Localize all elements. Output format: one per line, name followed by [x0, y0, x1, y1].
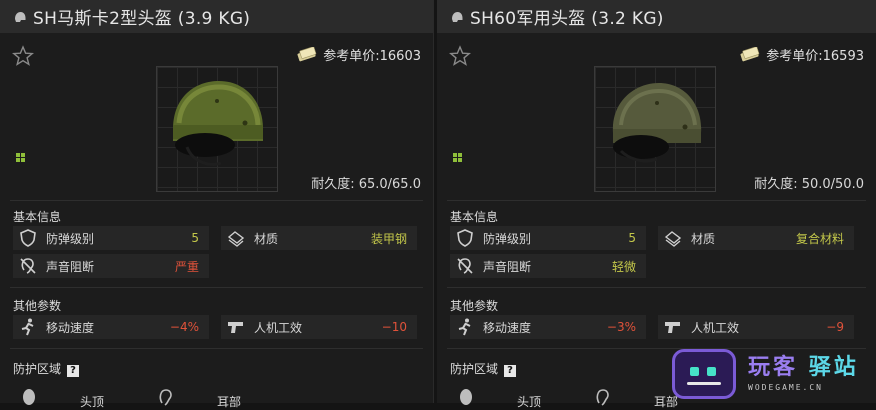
brand-name-b: 驿站 — [808, 355, 859, 380]
zone-head-label: 头顶 — [517, 395, 542, 409]
zone-head-label: 头顶 — [80, 395, 105, 409]
price-text: 参考单价:16593 — [766, 49, 864, 64]
divider — [447, 287, 866, 288]
move-speed-label: 移动速度 — [483, 320, 532, 335]
sound-block-label: 声音阻断 — [483, 259, 532, 274]
other-params-heading: 其他参数 — [450, 299, 499, 313]
item-size-icon — [453, 153, 462, 162]
favorite-star-icon[interactable] — [12, 45, 34, 67]
ergonomics-stat: 人机工效 −9 — [658, 315, 854, 339]
armor-plates-icon — [227, 231, 245, 247]
helmet-icon — [15, 11, 26, 22]
ergonomics-label: 人机工效 — [254, 320, 303, 335]
ear-icon — [596, 389, 609, 406]
ergonomics-label: 人机工效 — [691, 320, 740, 335]
material-stat: 材质 复合材料 — [658, 226, 854, 250]
protection-zones-label: 防护区域 — [13, 362, 62, 376]
sound-block-value: 严重 — [174, 259, 199, 274]
armor-class-value: 5 — [628, 231, 636, 245]
ear-blocked-icon — [20, 258, 36, 274]
site-watermark: 玩客 驿站 WODEGAME.CN — [670, 345, 876, 403]
divider — [10, 200, 423, 201]
other-params-heading: 其他参数 — [13, 299, 62, 313]
armor-class-value: 5 — [191, 231, 199, 245]
ear-blocked-icon — [457, 258, 473, 274]
head-top-icon — [23, 389, 35, 405]
item-title-bar: SH马斯卡2型头盔 (3.9 KG) — [0, 0, 433, 33]
armor-class-label: 防弹级别 — [46, 231, 95, 246]
item-panel-right: SH60军用头盔 (3.2 KG) 参考单价:16593 耐久度: 50.0/5… — [437, 0, 876, 409]
item-image — [156, 66, 278, 192]
material-value: 装甲钢 — [370, 231, 407, 246]
item-title: SH60军用头盔 (3.2 KG) — [470, 9, 664, 29]
green-helmet-image — [173, 81, 263, 166]
sound-block-label: 声音阻断 — [46, 259, 95, 274]
running-man-icon — [21, 318, 34, 336]
protection-zones-label: 防护区域 — [450, 362, 499, 376]
reference-price: 参考单价:16603 — [296, 45, 421, 64]
durability-text: 耐久度: 50.0/50.0 — [754, 177, 864, 192]
move-speed-stat: 移动速度 −3% — [450, 315, 646, 339]
move-speed-label: 移动速度 — [46, 320, 95, 335]
sound-block-stat: 声音阻断 轻微 — [450, 254, 646, 278]
armor-class-stat: 防弹级别 5 — [450, 226, 646, 250]
protection-zones-heading: 防护区域? — [13, 360, 80, 377]
durability-text: 耐久度: 65.0/65.0 — [311, 177, 421, 192]
head-top-icon — [460, 389, 472, 405]
pistol-icon — [665, 322, 680, 333]
item-title: SH马斯卡2型头盔 (3.9 KG) — [33, 9, 251, 29]
brand-name: 玩客 驿站 — [748, 349, 859, 381]
ergonomics-stat: 人机工效 −10 — [221, 315, 417, 339]
basic-info-heading: 基本信息 — [450, 210, 499, 224]
ear-icon — [159, 389, 172, 406]
price-text: 参考单价:16603 — [323, 49, 421, 64]
sound-block-value: 轻微 — [611, 259, 636, 274]
help-icon[interactable]: ? — [67, 365, 80, 377]
armor-plates-icon — [664, 231, 682, 247]
ergonomics-value: −9 — [826, 320, 844, 334]
shield-icon — [20, 229, 36, 247]
item-image — [594, 66, 716, 192]
item-panel-left: SH马斯卡2型头盔 (3.9 KG) 参考单价:16603 耐久度: 65.0/… — [0, 0, 434, 409]
pistol-icon — [228, 322, 243, 333]
favorite-star-icon[interactable] — [449, 45, 471, 67]
armor-class-stat: 防弹级别 5 — [13, 226, 209, 250]
running-man-icon — [458, 318, 471, 336]
sound-block-stat: 声音阻断 严重 — [13, 254, 209, 278]
material-label: 材质 — [254, 231, 279, 246]
move-speed-value: −3% — [606, 320, 636, 334]
basic-info-heading: 基本信息 — [13, 210, 62, 224]
help-icon[interactable]: ? — [504, 365, 517, 377]
shield-icon — [457, 229, 473, 247]
move-speed-value: −4% — [169, 320, 199, 334]
olive-helmet-image — [612, 83, 702, 163]
money-icon — [297, 47, 317, 62]
protection-zones-heading: 防护区域? — [450, 360, 517, 377]
material-value: 复合材料 — [795, 231, 844, 246]
brand-name-a: 玩客 — [748, 355, 799, 380]
divider — [10, 348, 423, 349]
divider — [10, 287, 423, 288]
material-stat: 材质 装甲钢 — [221, 226, 417, 250]
move-speed-stat: 移动速度 −4% — [13, 315, 209, 339]
reference-price: 参考单价:16593 — [739, 45, 864, 64]
helmet-icon — [452, 11, 463, 22]
item-size-icon — [16, 153, 25, 162]
material-label: 材质 — [691, 231, 716, 246]
zone-ears-label: 耳部 — [217, 395, 242, 409]
robot-logo-icon — [672, 349, 736, 399]
money-icon — [740, 47, 760, 62]
item-title-bar: SH60军用头盔 (3.2 KG) — [437, 0, 876, 33]
ergonomics-value: −10 — [381, 320, 407, 334]
site-url: WODEGAME.CN — [748, 383, 823, 392]
divider — [447, 200, 866, 201]
armor-class-label: 防弹级别 — [483, 231, 532, 246]
